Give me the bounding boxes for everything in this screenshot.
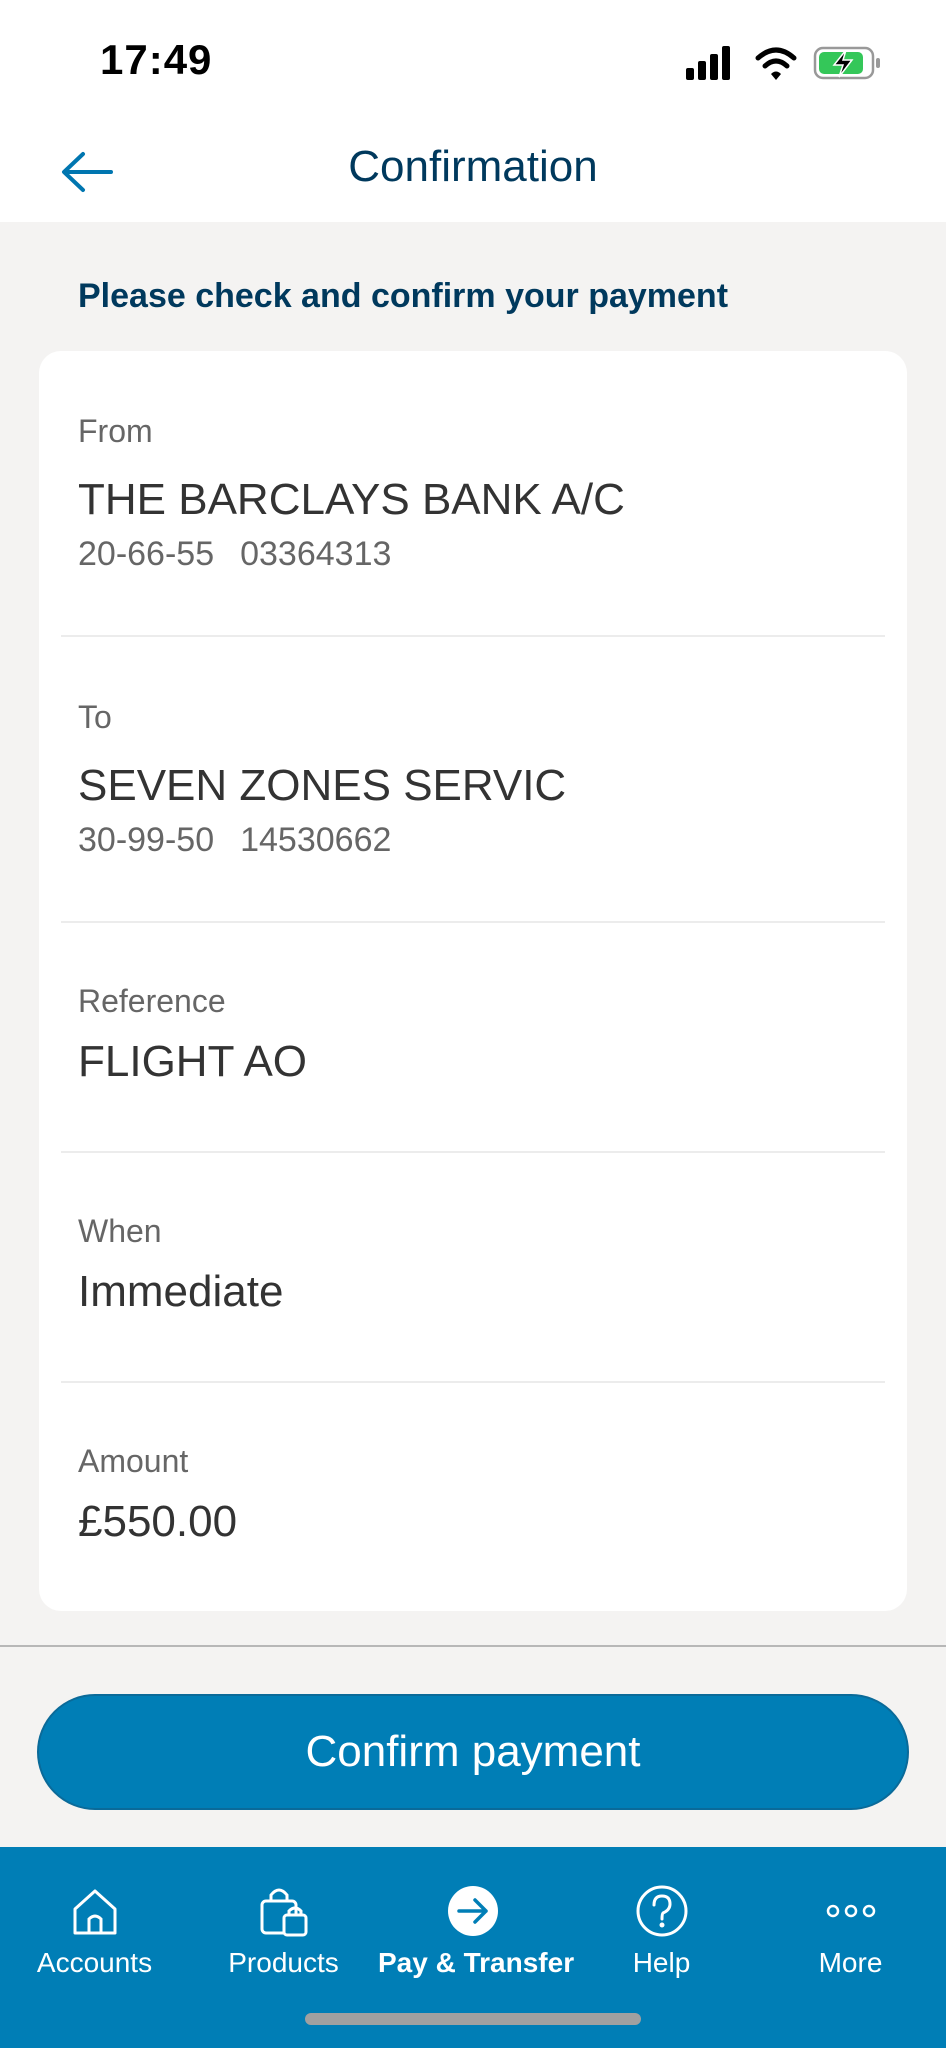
question-circle-icon [636,1885,687,1937]
tab-help[interactable]: Help [567,1847,756,2007]
to-account-numbers: 30-99-50 14530662 [78,821,391,860]
amount-value: £550.00 [78,1497,238,1546]
page-title: Confirmation [348,142,598,191]
amount-label: Amount [78,1443,189,1479]
payment-details-card: From THE BARCLAYS BANK A/C 20-66-55 03364… [39,351,907,1611]
from-account-name: THE BARCLAYS BANK A/C [78,475,625,524]
detail-row-when: When Immediate [39,1153,907,1381]
footer-divider [0,1645,946,1647]
detail-row-from: From THE BARCLAYS BANK A/C 20-66-55 03364… [39,351,907,636]
reference-value: FLIGHT AO [78,1037,308,1086]
from-account-numbers: 20-66-55 03364313 [78,535,391,574]
tab-products-label: Products [228,1947,339,1978]
tab-accounts-label: Accounts [36,1947,153,1978]
arrow-right-circle-icon [447,1886,498,1936]
tab-help-label: Help [632,1947,691,1978]
nav-header: Confirmation [0,120,946,222]
status-icons [686,44,886,84]
status-bar: 17:49 [0,0,946,120]
from-label: From [78,413,153,449]
home-icon [73,1889,116,1935]
tab-more[interactable]: More [756,1847,945,2007]
from-account-number: 03364313 [240,535,392,573]
shopping-bag-icon [260,1888,307,1937]
detail-row-amount: Amount £550.00 [39,1383,907,1611]
home-indicator[interactable] [305,2013,641,2025]
tab-pay-transfer-label: Pay & Transfer [378,1947,575,1978]
to-account-number: 14530662 [240,821,392,859]
detail-row-to: To SEVEN ZONES SERVIC 30-99-50 14530662 [39,637,907,922]
more-dots-icon [826,1904,875,1918]
to-label: To [78,699,112,735]
to-account-name: SEVEN ZONES SERVIC [78,761,567,810]
when-label: When [78,1213,162,1249]
tab-products[interactable]: Products [189,1847,378,2007]
wifi-icon [755,47,797,80]
to-sort-code: 30-99-50 [78,821,215,859]
when-value: Immediate [78,1267,284,1316]
tab-accounts[interactable]: Accounts [0,1847,189,2007]
confirm-payment-button[interactable]: Confirm payment [37,1694,909,1810]
from-sort-code: 20-66-55 [78,535,215,573]
instruction-text: Please check and confirm your payment [78,277,729,315]
detail-row-reference: Reference FLIGHT AO [39,923,907,1151]
reference-label: Reference [78,983,226,1019]
tab-more-label: More [818,1947,883,1978]
status-time: 17:49 [100,36,213,83]
tab-pay-transfer[interactable]: Pay & Transfer [378,1847,575,2007]
battery-charging-icon [813,46,880,80]
signal-icon [686,46,730,80]
